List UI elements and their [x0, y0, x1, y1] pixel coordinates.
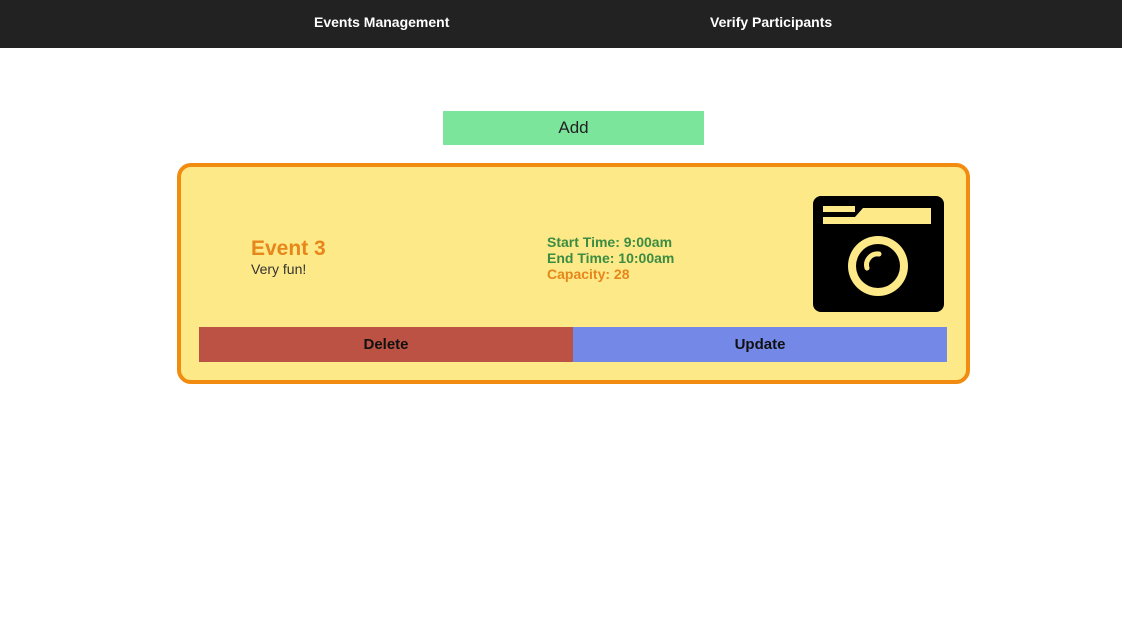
event-actions: Delete Update: [199, 327, 947, 362]
event-end-time: End Time: 10:00am: [547, 250, 675, 266]
top-navbar: Events Management Verify Participants: [0, 0, 1122, 48]
event-description: Very fun!: [251, 261, 307, 277]
event-start-time: Start Time: 9:00am: [547, 234, 673, 250]
delete-button[interactable]: Delete: [199, 327, 573, 362]
add-button[interactable]: Add: [443, 111, 704, 145]
event-details: Start Time: 9:00am End Time: 10:00am Cap…: [547, 234, 674, 282]
event-card: Event 3 Very fun! Start Time: 9:00am End…: [177, 163, 970, 384]
update-button[interactable]: Update: [573, 327, 947, 362]
camera-icon: [813, 196, 944, 312]
nav-link-verify-participants[interactable]: Verify Participants: [710, 0, 832, 44]
event-title: Event 3: [251, 237, 326, 260]
event-capacity: Capacity: 28: [547, 266, 630, 282]
nav-link-events-management[interactable]: Events Management: [314, 0, 449, 44]
